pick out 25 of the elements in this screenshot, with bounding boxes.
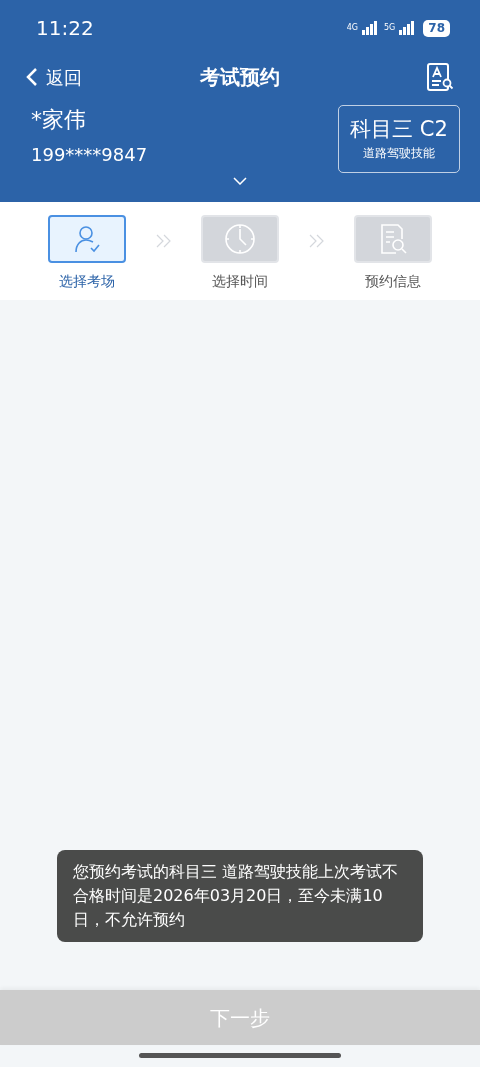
signal-icon — [362, 21, 378, 35]
step-label: 预约信息 — [365, 272, 421, 291]
step-tab[interactable] — [48, 215, 126, 263]
document-search-icon — [378, 223, 408, 255]
clock-icon — [224, 223, 256, 255]
step-label: 选择时间 — [212, 272, 268, 291]
subject-name: 科目三 C2 — [350, 116, 448, 142]
user-name: *家伟 — [31, 106, 87, 134]
person-check-icon — [72, 224, 102, 254]
step-label: 选择考场 — [59, 272, 115, 291]
toast-message: 您预约考试的科目三 道路驾驶技能上次考试不合格时间是2026年03月20日，至今未满10日，不允许预约 — [57, 850, 423, 942]
double-chevron-icon — [308, 234, 325, 248]
document-search-icon[interactable] — [426, 62, 454, 92]
chevron-down-icon[interactable] — [233, 177, 247, 185]
subject-detail: 道路驾驶技能 — [363, 145, 435, 162]
network-label: 5G — [384, 21, 396, 34]
phone-number: 199****9847 — [31, 143, 148, 167]
network-label: 4G — [346, 21, 358, 34]
signal-icon — [399, 21, 416, 35]
double-chevron-icon — [155, 234, 172, 248]
back-button[interactable]: 返回 — [26, 63, 82, 91]
battery-indicator: 78 — [423, 19, 450, 37]
back-icon — [26, 67, 38, 87]
status-time: 11:22 — [36, 15, 94, 42]
page-title: 考试预约 — [200, 64, 280, 91]
